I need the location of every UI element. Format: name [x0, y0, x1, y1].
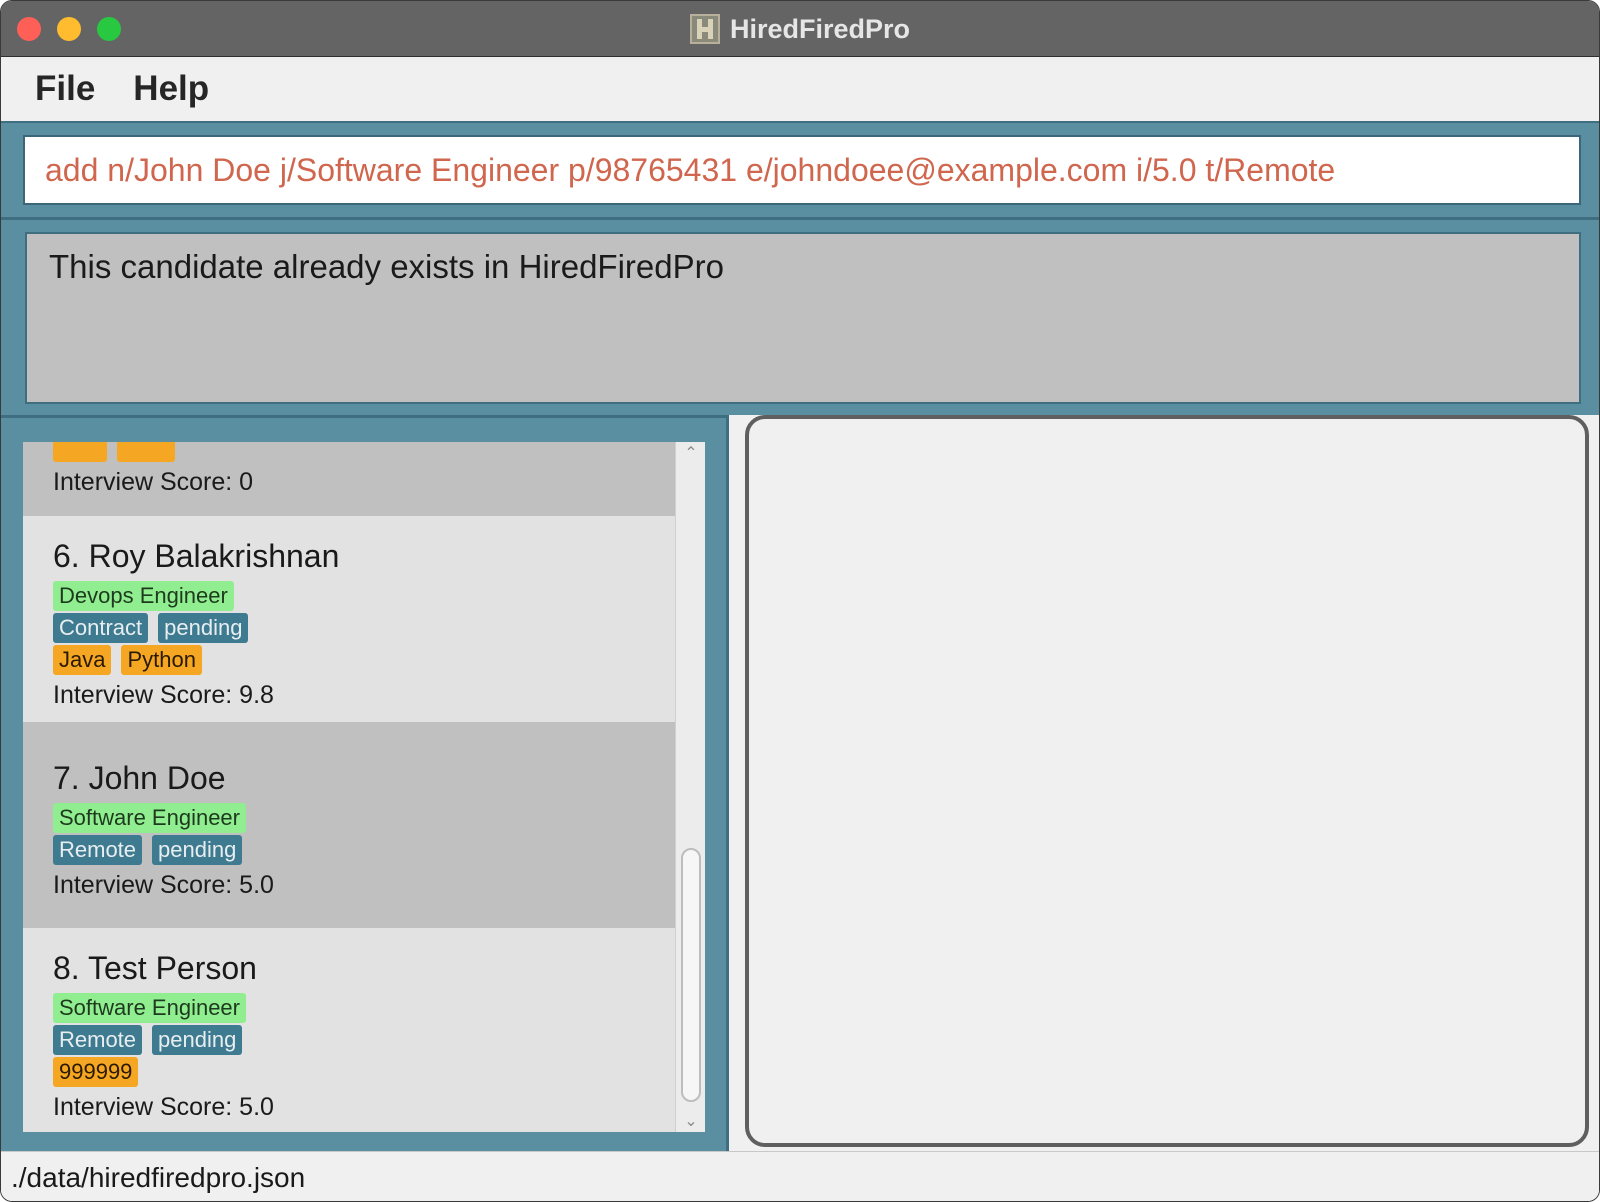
command-input[interactable]: add n/John Doe j/Software Engineer p/987… [23, 135, 1581, 205]
role-tag: Software Engineer [53, 993, 246, 1023]
status-tag: pending [158, 613, 249, 643]
list-item[interactable]: 8. Test Person Software Engineer Remote … [23, 928, 675, 1132]
app-logo-icon [689, 14, 720, 44]
role-tag: Software Engineer [53, 803, 246, 833]
skill-tag [53, 442, 107, 462]
menu-bar: File Help [1, 57, 1599, 121]
list-item[interactable]: 6. Roy Balakrishnan Devops Engineer Cont… [23, 516, 675, 722]
candidate-name: 8. Test Person [53, 950, 257, 986]
status-tag: Remote [53, 1025, 143, 1055]
candidate-name: 6. Roy Balakrishnan [53, 538, 340, 574]
skill-tag: Python [121, 645, 202, 675]
scroll-down-icon[interactable]: ⌄ [680, 1112, 702, 1130]
interview-score: Interview Score: 9.8 [53, 681, 274, 709]
status-tag: pending [152, 835, 243, 865]
menu-help[interactable]: Help [133, 69, 209, 109]
menu-file[interactable]: File [35, 69, 95, 109]
skill-tag [117, 442, 175, 462]
role-tag: Devops Engineer [53, 581, 234, 611]
interview-score: Interview Score: 5.0 [53, 1093, 274, 1121]
status-tag: Remote [53, 835, 143, 865]
command-panel: add n/John Doe j/Software Engineer p/987… [1, 121, 1599, 217]
result-panel: This candidate already exists in HiredFi… [1, 217, 1599, 415]
list-item[interactable]: Interview Score: 0 [23, 442, 675, 516]
interview-score: Interview Score: 0 [53, 468, 254, 496]
detail-area [729, 415, 1599, 1151]
app-window: HiredFiredPro File Help add n/John Doe j… [0, 0, 1600, 1202]
list-item-selected[interactable]: 7. John Doe Software Engineer Remote pen… [23, 722, 675, 928]
status-bar: ./data/hiredfiredpro.json [1, 1151, 1599, 1201]
status-tag: Contract [53, 613, 149, 643]
result-display: This candidate already exists in HiredFi… [25, 232, 1581, 404]
candidate-name: 7. John Doe [53, 760, 226, 796]
candidate-detail-panel [745, 415, 1589, 1147]
skill-tag: 999999 [53, 1057, 139, 1087]
skill-tag: Java [53, 645, 112, 675]
status-tag: pending [152, 1025, 243, 1055]
scroll-up-icon[interactable]: ⌃ [680, 444, 702, 462]
title-bar[interactable]: HiredFiredPro [1, 1, 1599, 57]
candidate-list[interactable]: Interview Score: 0 6. Roy Balakrishnan D… [23, 442, 705, 1132]
window-title: HiredFiredPro [729, 13, 911, 44]
list-scrollbar[interactable]: ⌃ ⌄ [675, 442, 705, 1132]
interview-score: Interview Score: 5.0 [53, 871, 274, 899]
scroll-thumb[interactable] [681, 848, 701, 1102]
data-file-path: ./data/hiredfiredpro.json [11, 1161, 306, 1193]
candidate-list-panel: Interview Score: 0 6. Roy Balakrishnan D… [1, 415, 729, 1151]
